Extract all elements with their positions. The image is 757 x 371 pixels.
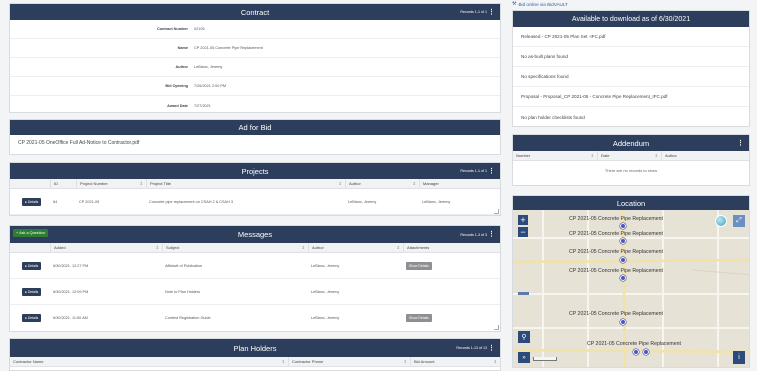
- bidvault-link[interactable]: ⚒ Bid online via BidVAULT: [512, 1, 568, 7]
- double-chevron-icon: »: [522, 354, 526, 361]
- map-pin[interactable]: [620, 238, 626, 244]
- map-label: CP 2021-05 Concrete Pipe Replacement: [569, 249, 663, 255]
- projects-table-header: ID Project Number Project Title Author M…: [10, 179, 500, 189]
- gavel-icon: ⚒: [512, 1, 517, 7]
- contract-records: Records 1-1 of 1: [460, 10, 487, 14]
- contract-title: Contract: [240, 7, 270, 17]
- info-icon: ●: [24, 316, 27, 320]
- contract-name-row: Name CP 2021-05 Concrete Pipe Replacemen…: [10, 39, 500, 58]
- kebab-menu-icon[interactable]: ⋮: [488, 345, 495, 352]
- zoom-out-button[interactable]: −: [518, 227, 528, 237]
- table-row: ● Details 6/30/2021, 12:09 PM Note to Pla…: [10, 279, 500, 305]
- contract-header: Contract Records 1-1 of 1 ⋮: [10, 4, 500, 20]
- fullscreen-button[interactable]: ⤢: [733, 215, 745, 227]
- location-panel: Location CP 2021-05 Concrete Pipe Replac…: [512, 195, 750, 368]
- info-button[interactable]: i: [733, 351, 745, 364]
- map-pin[interactable]: [620, 275, 626, 281]
- map-slider-handle[interactable]: [518, 292, 529, 295]
- plan-holders-header: Plan Holders Records 1-13 of 13 ⋮: [10, 339, 500, 357]
- download-plan-set-link[interactable]: Released - CP 2021-05 Plan Set -IFC.pdf: [513, 27, 749, 47]
- details-button[interactable]: ● Details: [21, 314, 42, 322]
- map-pin[interactable]: [620, 257, 626, 263]
- contract-author-row: Author LeBlanc, Jeremy: [10, 58, 500, 77]
- map-label: CP 2021-05 Concrete Pipe Replacement: [569, 311, 663, 317]
- list-item: No as-built plans found: [513, 47, 749, 67]
- info-icon: ●: [24, 263, 27, 268]
- location-header: Location: [513, 196, 749, 210]
- map-label: CP 2021-05 Concrete Pipe Replacement: [569, 268, 663, 274]
- details-button[interactable]: ● Details: [21, 197, 42, 206]
- list-item: No plan holder checklists found: [521, 114, 585, 120]
- resize-handle[interactable]: [494, 209, 499, 214]
- addendum-panel: Addendum ⋮ Number Date Author There are …: [512, 134, 750, 186]
- ad-for-bid-header: Ad for Bid: [10, 120, 500, 135]
- forward-button[interactable]: »: [518, 352, 530, 363]
- location-map[interactable]: CP 2021-05 Concrete Pipe Replacement CP …: [513, 210, 749, 367]
- map-label: CP 2021-05 Concrete Pipe Replacement: [569, 231, 663, 237]
- ad-for-bid-panel: Ad for Bid CP 2021-05 OneOffice Full Ad-…: [9, 119, 501, 155]
- messages-panel: + Ask a Question Messages Records 1-3 of…: [9, 225, 501, 332]
- search-button[interactable]: ⚲: [518, 331, 530, 343]
- details-button[interactable]: ● Details: [21, 261, 42, 270]
- contract-bid-opening-row: Bid Opening 7/26/2021 2:00 PM: [10, 77, 500, 96]
- kebab-menu-icon[interactable]: ⋮: [737, 140, 744, 147]
- messages-header: + Ask a Question Messages Records 1-3 of…: [10, 226, 500, 243]
- kebab-menu-icon[interactable]: ⋮: [488, 9, 495, 16]
- plan-holders-table-header: Contractor Name Contractor Phone Bid Amo…: [10, 357, 500, 367]
- map-pin[interactable]: [620, 319, 626, 325]
- list-item: No specifications found: [513, 67, 749, 87]
- downloads-header: Available to download as of 6/30/2021: [513, 11, 749, 27]
- kebab-menu-icon[interactable]: ⋮: [488, 231, 495, 238]
- globe-icon[interactable]: [715, 215, 727, 227]
- kebab-menu-icon[interactable]: ⋮: [488, 168, 495, 175]
- expand-icon: ⤢: [736, 217, 742, 224]
- projects-panel: Projects Records 1-1 of 1 ⋮ ID Project N…: [9, 162, 501, 216]
- map-pin[interactable]: [633, 349, 639, 355]
- plus-icon: +: [520, 215, 526, 225]
- minus-icon: −: [520, 227, 526, 237]
- projects-header: Projects Records 1-1 of 1 ⋮: [10, 163, 500, 179]
- info-icon: i: [738, 354, 740, 361]
- addendum-empty-message: There are no records to show: [604, 168, 658, 173]
- download-proposal-link[interactable]: Proposal - Proposal_CP 2021-05 - Concret…: [513, 87, 749, 107]
- addendum-table-header: Number Date Author: [513, 151, 749, 161]
- ad-for-bid-file-link[interactable]: CP 2021-05 OneOffice Full Ad-Notice to C…: [10, 135, 500, 151]
- resize-handle[interactable]: [494, 325, 499, 330]
- show-details-button[interactable]: Show Details: [406, 314, 432, 322]
- contract-award-date-row: Award Date 7/27/2021: [167, 103, 211, 108]
- plan-holders-panel: Plan Holders Records 1-13 of 13 ⋮ Contra…: [9, 338, 501, 371]
- show-details-button[interactable]: Show Details: [406, 261, 432, 270]
- info-icon: ●: [24, 289, 27, 294]
- details-button[interactable]: ● Details: [21, 287, 42, 296]
- table-row: ● Details 6/30/2021, 12:27 PM Affidavit o…: [10, 253, 500, 279]
- downloads-panel: Available to download as of 6/30/2021 Re…: [512, 10, 750, 127]
- map-pin[interactable]: [643, 349, 649, 355]
- contract-panel: Contract Records 1-1 of 1 ⋮ Contract Num…: [9, 3, 501, 113]
- zoom-in-button[interactable]: +: [518, 215, 528, 225]
- messages-table-header: Added Subject Author Attachments: [10, 243, 500, 253]
- map-pin[interactable]: [620, 223, 626, 229]
- addendum-header: Addendum ⋮: [513, 135, 749, 151]
- map-label: CP 2021-05 Concrete Pipe Replacement: [587, 341, 681, 347]
- contract-number-row: Contract Number 02105: [10, 20, 500, 39]
- info-icon: ●: [24, 199, 27, 204]
- search-icon: ⚲: [521, 334, 527, 341]
- table-row: ● Details 6/30/2021, 11:50 AM Contest Reg…: [10, 305, 500, 331]
- table-row: ● Details 64 CP 2021-05 Concrete pipe rep…: [10, 189, 500, 215]
- ask-question-button[interactable]: + Ask a Question: [13, 229, 48, 237]
- scale-bar: [533, 357, 557, 361]
- map-label: CP 2021-05 Concrete Pipe Replacement: [569, 216, 663, 222]
